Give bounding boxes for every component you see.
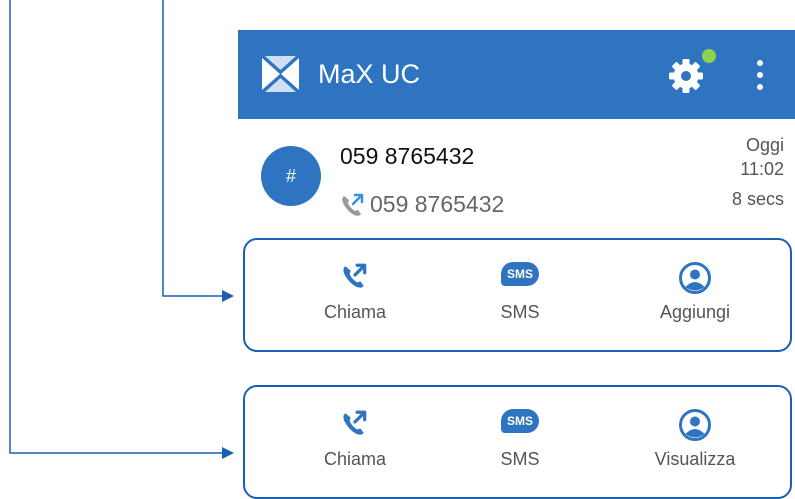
avatar: #: [261, 146, 321, 206]
sms-action-label: SMS: [500, 449, 540, 469]
caller-name: 059 8765432: [340, 143, 475, 169]
caller-number: 059 8765432: [370, 191, 505, 217]
add-contact-label: Aggiungi: [659, 302, 731, 322]
call-action-label: Chiama: [323, 449, 387, 469]
view-contact-button[interactable]: Visualizza: [605, 387, 785, 497]
call-action-button[interactable]: Chiama: [265, 387, 445, 497]
view-contact-label: Visualizza: [654, 449, 736, 469]
call-duration: 8 secs: [731, 189, 784, 209]
add-contact-button[interactable]: Aggiungi: [605, 240, 785, 350]
sms-action-button[interactable]: SMS SMS: [430, 240, 610, 350]
sms-action-label: SMS: [500, 302, 540, 322]
app-bar: MaX UC: [238, 30, 795, 119]
contact-icon: [679, 262, 711, 294]
call-date: Oggi: [745, 135, 784, 155]
outgoing-call-icon: [343, 410, 367, 435]
overflow-menu-icon[interactable]: [750, 56, 770, 94]
sms-icon: SMS: [501, 262, 539, 286]
call-action-button[interactable]: Chiama: [265, 240, 445, 350]
outgoing-call-icon: [342, 193, 364, 216]
sms-action-button[interactable]: SMS SMS: [430, 387, 610, 497]
call-time: 11:02: [740, 159, 784, 179]
outgoing-call-icon: [343, 263, 367, 288]
action-panel-contact: Chiama SMS SMS Visualizza: [243, 385, 792, 499]
max-uc-logo-icon: [262, 56, 299, 92]
sms-icon: SMS: [501, 409, 539, 433]
contact-icon: [679, 409, 711, 441]
call-entry[interactable]: # 059 8765432 059 8765432 Oggi 11:02 8 s…: [238, 125, 795, 233]
action-panel-history: Chiama SMS SMS Aggiungi: [243, 238, 792, 352]
caller-number-row: 059 8765432: [340, 191, 504, 218]
call-meta: Oggi 11:02 8 secs: [732, 133, 784, 211]
app-title: MaX UC: [318, 59, 421, 89]
call-action-label: Chiama: [323, 302, 387, 322]
status-dot: [702, 49, 716, 63]
